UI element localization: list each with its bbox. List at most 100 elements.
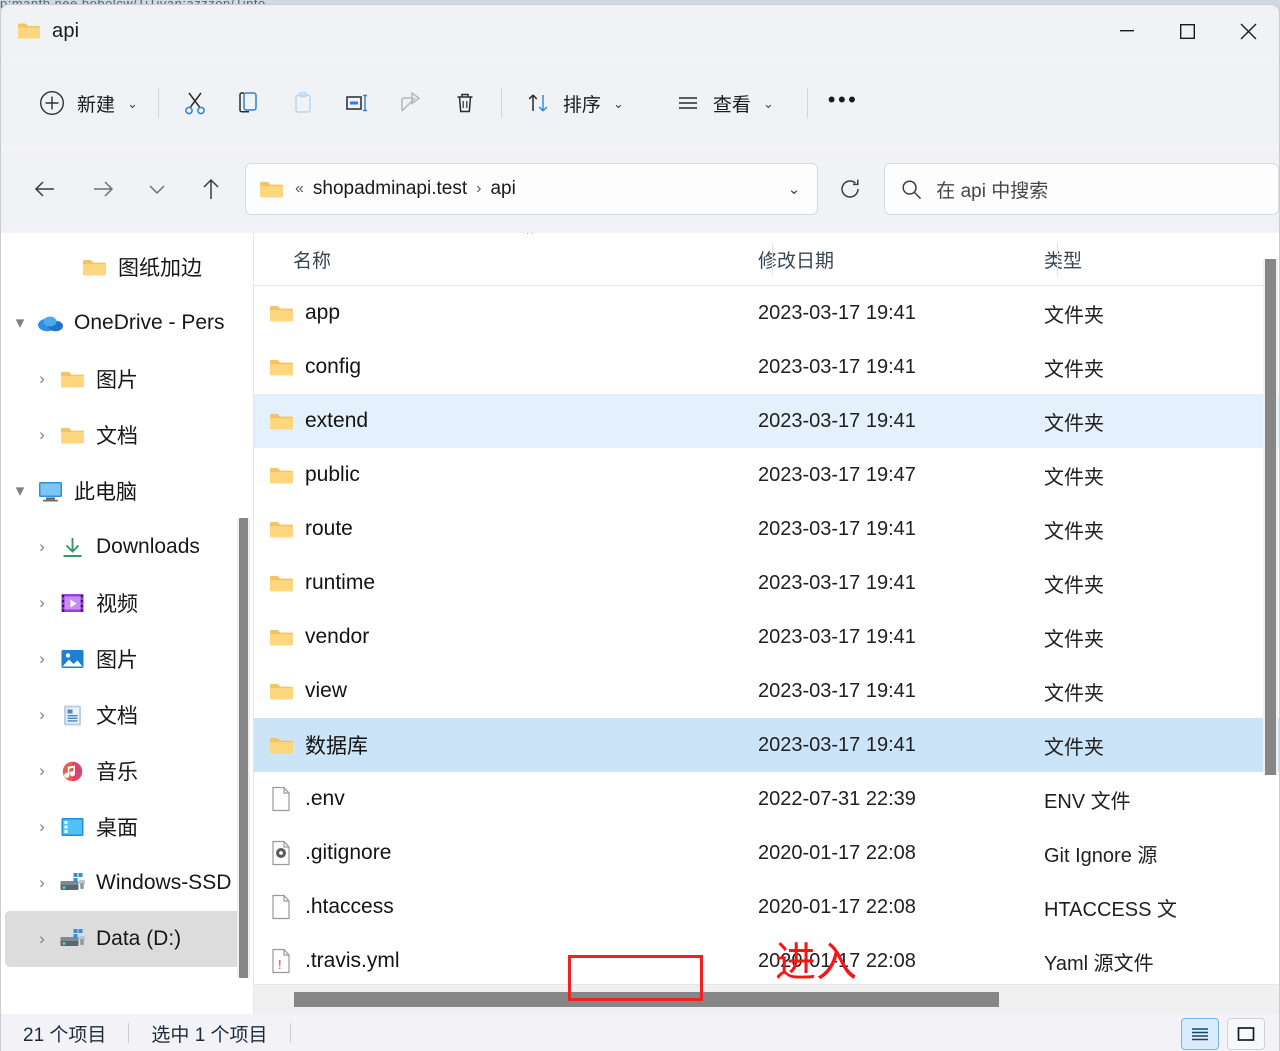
table-row[interactable]: view 2023-03-17 19:41 文件夹 <box>254 664 1279 718</box>
address-breadcrumb-bar[interactable]: « shopadminapi.test › api ⌄ <box>245 163 819 215</box>
file-name-cell[interactable]: app <box>254 301 747 325</box>
recent-locations-button[interactable] <box>137 169 177 209</box>
paste-button[interactable] <box>276 79 330 127</box>
file-list-pane: ⌃ 名称 修改日期 类型 app 2023-03-17 19:41 文件夹 confi… <box>254 233 1279 1014</box>
table-row[interactable]: .htaccess 2020-01-17 22:08 HTACCESS 文 <box>254 880 1279 934</box>
sidebar-item-9[interactable]: › 音乐 <box>5 743 249 799</box>
copy-button[interactable] <box>222 79 276 127</box>
cut-button[interactable] <box>168 79 222 127</box>
chevron-right-icon[interactable]: › <box>27 705 57 725</box>
sidebar-item-7[interactable]: › 图片 <box>5 631 249 687</box>
sidebar-item-3[interactable]: › 文档 <box>5 407 249 463</box>
file-type-cell: HTACCESS 文 <box>1044 898 1177 921</box>
table-row[interactable]: runtime 2023-03-17 19:41 文件夹 <box>254 556 1279 610</box>
file-list-vertical-scrollbar[interactable] <box>1263 259 1278 775</box>
breadcrumb-item-0[interactable]: shopadminapi.test <box>313 178 467 200</box>
sidebar-item-0[interactable]: 图纸加边 <box>5 239 249 295</box>
table-row[interactable]: vendor 2023-03-17 19:41 文件夹 <box>254 610 1279 664</box>
file-name-label: .travis.yml <box>305 949 400 972</box>
file-type-cell: 文件夹 <box>1044 358 1104 381</box>
back-button[interactable] <box>25 169 65 209</box>
sort-button[interactable]: 排序 ⌄ <box>511 79 635 127</box>
search-box[interactable]: 在 api 中搜索 <box>884 163 1279 215</box>
minimize-icon[interactable] <box>1096 5 1157 57</box>
table-row[interactable]: .env 2022-07-31 22:39 ENV 文件 <box>254 772 1279 826</box>
file-name-cell[interactable]: config <box>254 355 747 379</box>
large-icons-view-icon[interactable] <box>1227 1018 1265 1050</box>
column-header-type[interactable]: 类型 <box>1033 246 1213 273</box>
column-header-date[interactable]: 修改日期 <box>747 246 1033 273</box>
up-button[interactable] <box>191 169 231 209</box>
sidebar-item-1[interactable]: ▾ OneDrive - Pers <box>5 295 249 351</box>
folder-icon <box>57 422 87 448</box>
table-row[interactable]: 数据库 2023-03-17 19:41 文件夹 <box>254 718 1279 772</box>
search-input[interactable]: 在 api 中搜索 <box>936 176 1048 203</box>
breadcrumb-overflow[interactable]: « <box>295 180 304 198</box>
sidebar-item-label: 文档 <box>96 425 138 448</box>
sidebar-item-5[interactable]: › Downloads <box>5 519 249 575</box>
more-options-button[interactable]: ••• <box>817 79 870 127</box>
table-row[interactable]: .gitignore 2020-01-17 22:08 Git Ignore 源 <box>254 826 1279 880</box>
chevron-right-icon[interactable]: › <box>27 873 57 893</box>
breadcrumb-item-1[interactable]: api <box>490 178 515 200</box>
forward-button[interactable] <box>83 169 123 209</box>
chevron-down-icon[interactable]: ⌄ <box>771 180 818 198</box>
maximize-icon[interactable] <box>1157 5 1218 57</box>
chevron-right-icon[interactable]: › <box>27 593 57 613</box>
file-name-cell[interactable]: .gitignore <box>254 840 747 866</box>
file-date-cell: 2023-03-17 19:41 <box>758 517 916 540</box>
view-list-icon <box>672 87 704 119</box>
file-name-cell[interactable]: 数据库 <box>254 730 747 760</box>
chevron-down-icon[interactable]: ▾ <box>5 481 35 501</box>
chevron-right-icon[interactable]: › <box>27 649 57 669</box>
file-name-cell[interactable]: public <box>254 463 747 487</box>
sidebar-item-2[interactable]: › 图片 <box>5 351 249 407</box>
table-row[interactable]: config 2023-03-17 19:41 文件夹 <box>254 340 1279 394</box>
table-row[interactable]: ! .travis.yml 2020-01-17 22:08 Yaml 源文件 <box>254 934 1279 988</box>
folder-icon <box>79 254 109 280</box>
file-name-cell[interactable]: ! .travis.yml <box>254 948 747 974</box>
file-name-cell[interactable]: .htaccess <box>254 894 747 920</box>
sidebar-item-12[interactable]: › Data (D:) <box>5 911 249 967</box>
chevron-down-icon[interactable]: ▾ <box>5 313 35 333</box>
share-button[interactable] <box>384 79 438 127</box>
new-button[interactable]: 新建 ⌄ <box>25 79 149 127</box>
delete-button[interactable] <box>438 79 492 127</box>
chevron-right-icon[interactable]: › <box>27 369 57 389</box>
close-icon[interactable] <box>1218 5 1279 57</box>
rename-button[interactable] <box>330 79 384 127</box>
sidebar-item-8[interactable]: › 文档 <box>5 687 249 743</box>
file-list-horizontal-scrollbar[interactable] <box>254 984 1279 1014</box>
column-header-name[interactable]: 名称 <box>254 246 747 273</box>
table-row[interactable]: extend 2023-03-17 19:41 文件夹 <box>254 394 1279 448</box>
chevron-right-icon[interactable]: › <box>27 929 57 949</box>
table-row[interactable]: app 2023-03-17 19:41 文件夹 <box>254 286 1279 340</box>
trash-icon <box>449 87 481 119</box>
details-view-icon[interactable] <box>1181 1018 1219 1050</box>
column-divider[interactable] <box>1057 242 1058 276</box>
sidebar-item-4[interactable]: ▾ 此电脑 <box>5 463 249 519</box>
navigation-scrollbar[interactable] <box>237 518 250 978</box>
table-row[interactable]: route 2023-03-17 19:41 文件夹 <box>254 502 1279 556</box>
sidebar-item-6[interactable]: › 视频 <box>5 575 249 631</box>
column-divider[interactable] <box>772 242 773 276</box>
sidebar-item-label: OneDrive - Pers <box>74 311 225 334</box>
file-name-cell[interactable]: route <box>254 517 747 541</box>
file-name-cell[interactable]: .env <box>254 786 747 812</box>
file-type-cell: 文件夹 <box>1044 466 1104 489</box>
table-row[interactable]: public 2023-03-17 19:47 文件夹 <box>254 448 1279 502</box>
chevron-right-icon[interactable]: › <box>27 537 57 557</box>
sidebar-item-11[interactable]: › Windows-SSD <box>5 855 249 911</box>
chevron-right-icon[interactable]: › <box>27 425 57 445</box>
file-name-cell[interactable]: runtime <box>254 571 747 595</box>
file-name-cell[interactable]: vendor <box>254 625 747 649</box>
chevron-right-icon[interactable]: › <box>27 761 57 781</box>
file-name-label: route <box>305 517 353 540</box>
file-name-cell[interactable]: view <box>254 679 747 703</box>
view-button[interactable]: 查看 ⌄ <box>661 79 785 127</box>
file-name-cell[interactable]: extend <box>254 409 747 433</box>
chevron-right-icon[interactable]: › <box>27 817 57 837</box>
file-type-cell: 文件夹 <box>1044 736 1104 759</box>
sidebar-item-10[interactable]: › 桌面 <box>5 799 249 855</box>
refresh-button[interactable] <box>830 169 870 209</box>
